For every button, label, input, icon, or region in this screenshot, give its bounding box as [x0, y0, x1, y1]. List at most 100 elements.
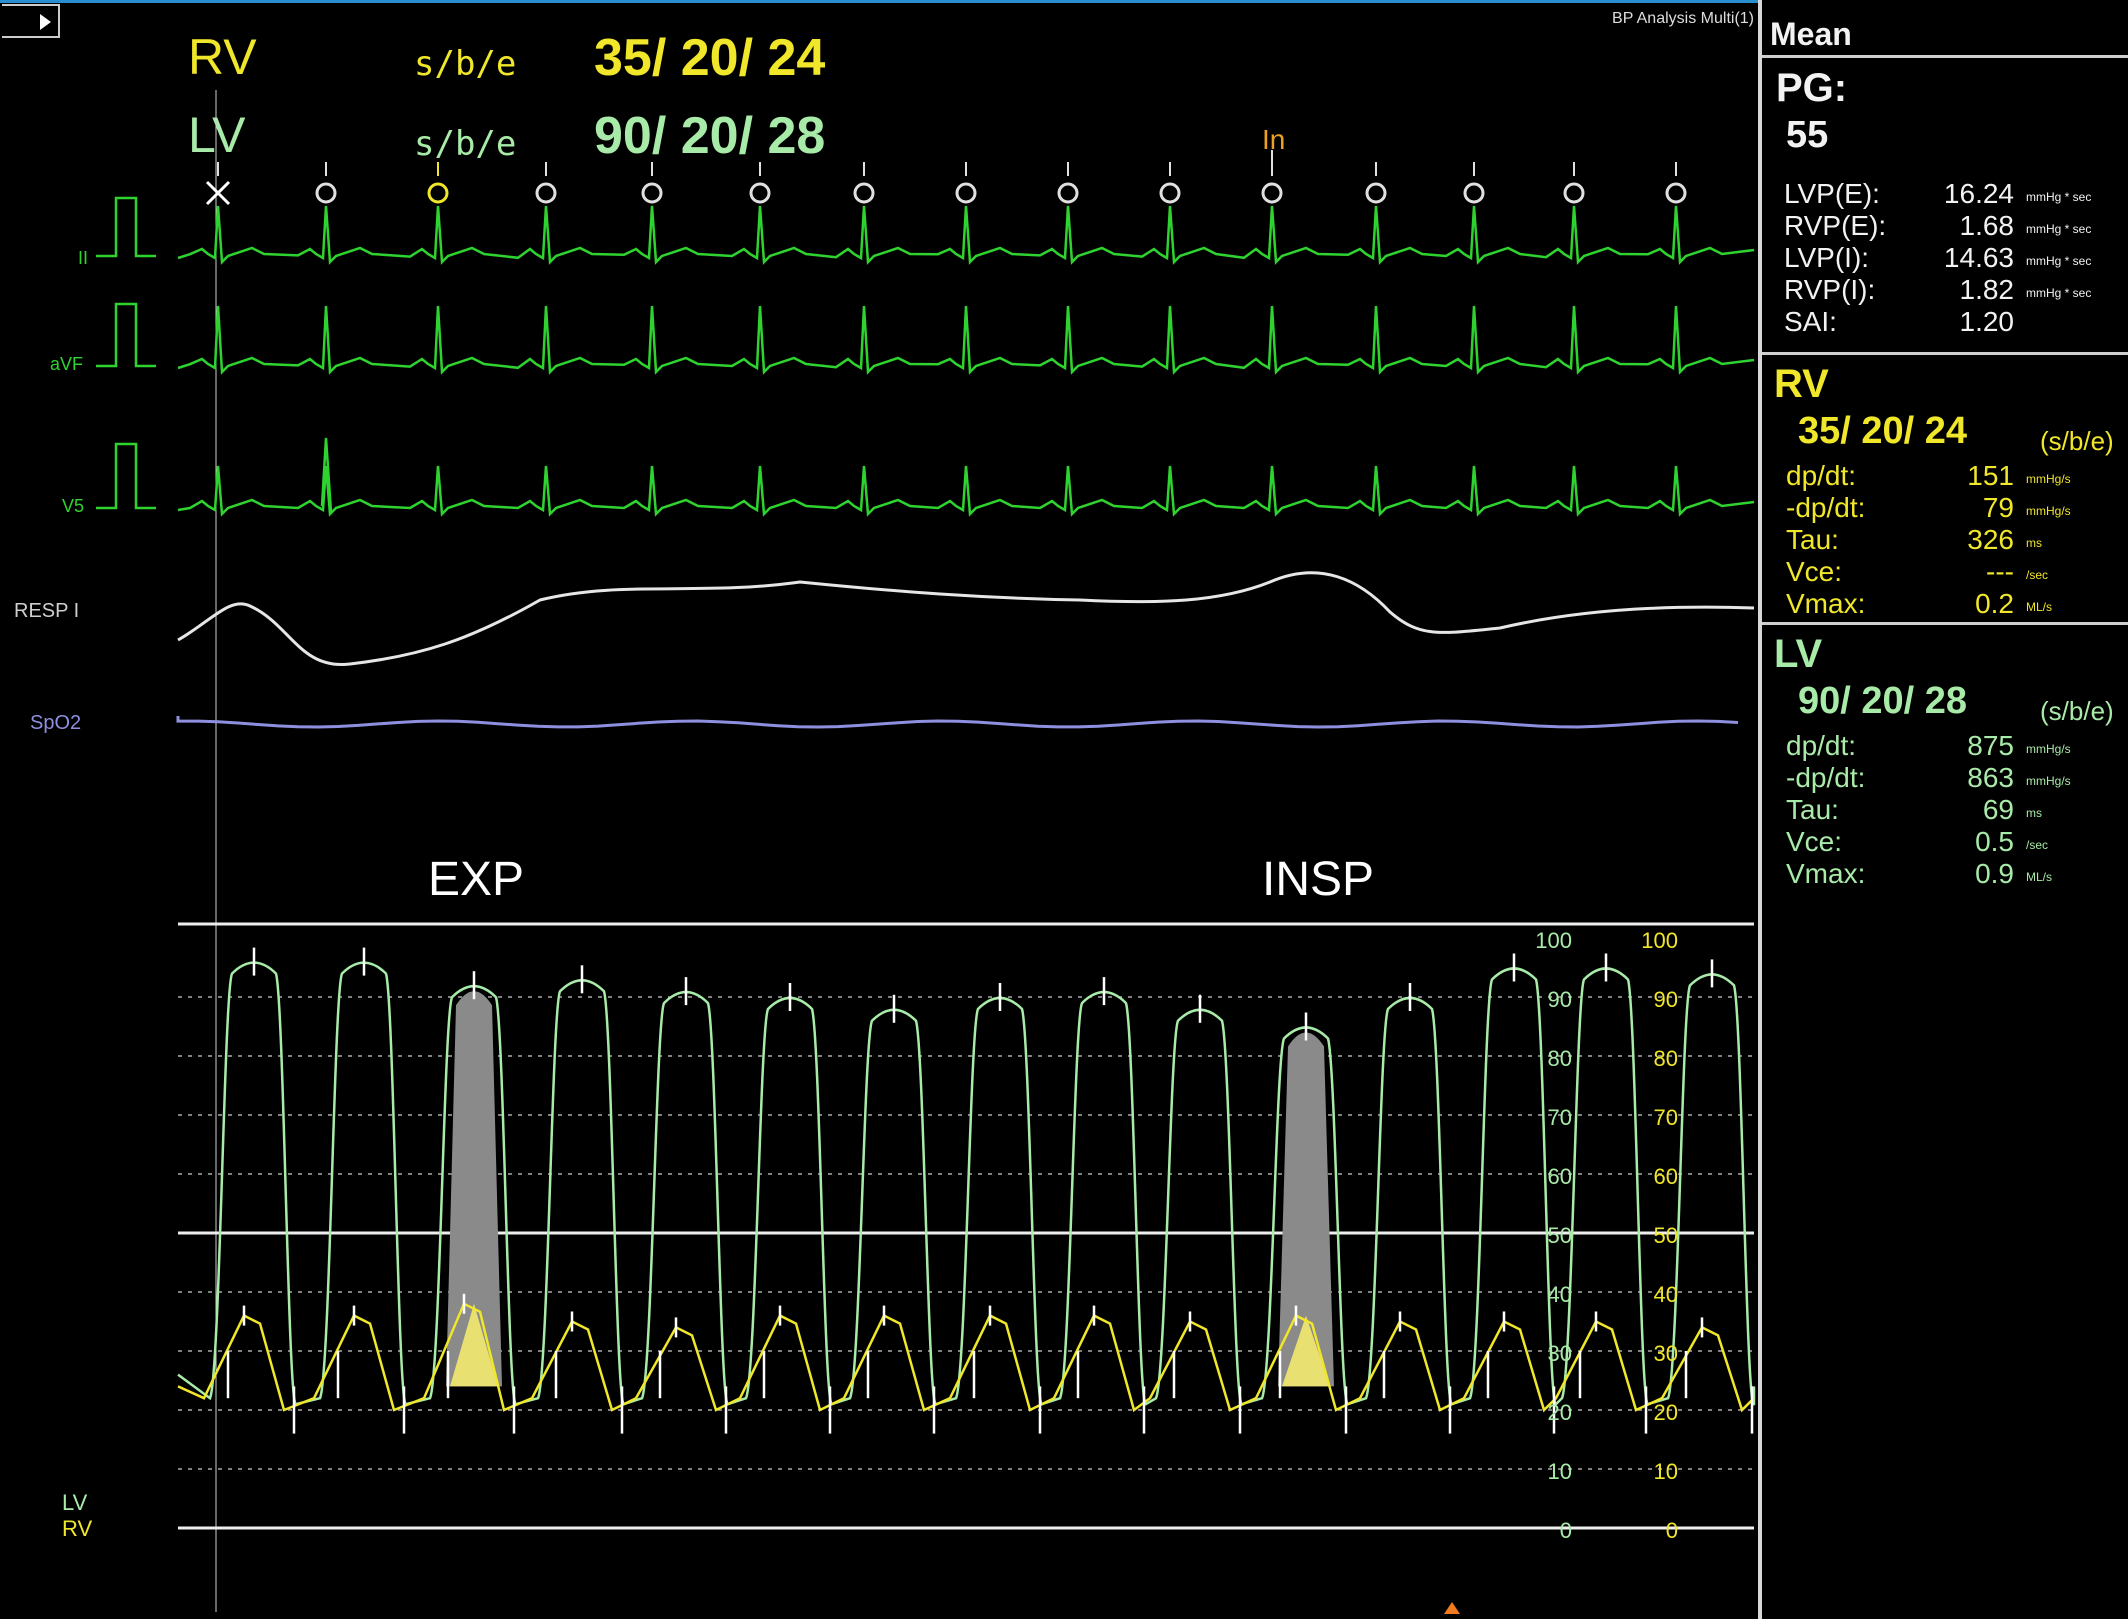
metric-unit: ms: [2026, 536, 2042, 550]
waveform-area: [96, 90, 1756, 1612]
axis-tick-label: 0: [1665, 1518, 1678, 1543]
metric-unit: ms: [2026, 806, 2042, 820]
beat-marker-circle: [1159, 182, 1181, 204]
metric-label: Vmax:: [1786, 858, 1866, 889]
beat-marker-circle: [1463, 182, 1485, 204]
lv-pressure-trace: [177, 961, 1756, 1406]
axis-tick-label: 60: [1653, 1164, 1678, 1189]
beat-marker-circle: [641, 182, 663, 204]
axis-tick-label: 20: [1653, 1400, 1678, 1425]
legend-lv: LV: [62, 1490, 88, 1515]
pg-label: PG:: [1776, 66, 1848, 110]
rv-panel-mode: (s/b/e): [2040, 426, 2114, 456]
metric-value: 1.68: [1959, 210, 2015, 241]
metric-value: 79: [1982, 492, 2014, 523]
metric-label: Tau:: [1786, 524, 1839, 555]
axis-tick-label: 40: [1653, 1282, 1678, 1307]
rv-panel-title: RV: [1774, 362, 1829, 406]
metric-value: 326: [1967, 524, 2014, 555]
calibration-pulse-avf: [96, 302, 156, 368]
metric-unit: mmHg/s: [2026, 472, 2071, 486]
beat-marker-circle: [1665, 182, 1687, 204]
lv-panel-values: 90/ 20/ 28: [1798, 680, 1968, 722]
metric-unit: mmHg * sec: [2026, 222, 2092, 236]
metric-label: RVP(I):: [1784, 274, 1876, 305]
axis-tick-label: 80: [1547, 1046, 1572, 1071]
metric-value: 1.82: [1959, 274, 2015, 305]
axis-tick-label: 50: [1547, 1223, 1572, 1248]
metric-unit: /sec: [2026, 568, 2049, 582]
metric-value: 1.20: [1959, 306, 2015, 337]
metric-unit: ML/s: [2026, 870, 2053, 884]
panel-divider: [1762, 622, 2128, 625]
beat-marker-circle: [535, 182, 557, 204]
calibration-pulse-v5: [96, 442, 156, 510]
metric-label: Tau:: [1786, 794, 1839, 825]
metric-label: Vce:: [1786, 826, 1843, 857]
axis-tick-label: 70: [1547, 1105, 1572, 1130]
monitor-screen: BP Analysis Multi(1) RV s/b/e 35/ 20/ 24…: [0, 0, 2128, 1619]
metric-label: LVP(E):: [1784, 178, 1880, 209]
axis-tick-label: 20: [1547, 1400, 1572, 1425]
calibration-pulse-ii: [96, 196, 156, 258]
axis-tick-label: 10: [1653, 1459, 1678, 1484]
metric-unit: ML/s: [2026, 600, 2053, 614]
beat-marker-circle: [1365, 182, 1387, 204]
beat-marker-circle: [1563, 182, 1585, 204]
axis-tick-label: 90: [1653, 987, 1678, 1012]
legend-rv: RV: [62, 1516, 93, 1541]
axis-tick-label: 60: [1547, 1164, 1572, 1189]
ecg-trace-avf: [177, 305, 1755, 375]
metric-label: Vmax:: [1786, 588, 1866, 619]
beat-marker-cross: [205, 180, 231, 206]
metric-value: 0.9: [1975, 858, 2014, 889]
metric-unit: mmHg/s: [2026, 742, 2071, 756]
metric-label: LVP(I):: [1784, 242, 1870, 273]
pg-value: 55: [1786, 114, 1829, 156]
lv-panel-title: LV: [1774, 632, 1823, 676]
ecg-trace-v5: [177, 465, 1755, 517]
axis-tick-label: 30: [1653, 1341, 1678, 1366]
resp-trace: [177, 571, 1755, 666]
metric-label: dp/dt:: [1786, 730, 1857, 761]
metric-unit: mmHg * sec: [2026, 286, 2092, 300]
panel-divider: [1762, 55, 2128, 58]
axis-tick-label: 50: [1653, 1223, 1678, 1248]
beat-marker-circle: [749, 182, 771, 204]
rv-pressure-trace: [177, 1302, 1755, 1413]
beat-marker-circle: [315, 182, 337, 204]
metric-value: 151: [1967, 460, 2014, 491]
rv-panel-values: 35/ 20/ 24: [1798, 410, 1968, 452]
measurement-panel: Mean PG: 55 LVP(E): 16.24 mmHg * sec RVP(E)…: [1758, 0, 2128, 1619]
metric-value: ---: [1986, 556, 2014, 587]
metric-value: 0.2: [1975, 588, 2014, 619]
metric-unit: mmHg * sec: [2026, 190, 2092, 204]
metric-label: -dp/dt:: [1786, 492, 1866, 523]
metric-value: 0.5: [1975, 826, 2014, 857]
axis-tick-label: 40: [1547, 1282, 1572, 1307]
metric-unit: mmHg/s: [2026, 774, 2071, 788]
metric-unit: mmHg * sec: [2026, 254, 2092, 268]
time-cursor-icon: [1444, 1602, 1460, 1614]
axis-tick-label: 100: [1535, 928, 1572, 953]
axis-tick-label: 80: [1653, 1046, 1678, 1071]
spo2-trace: [176, 716, 1739, 729]
metric-unit: mmHg/s: [2026, 504, 2071, 518]
axis-tick-label: 100: [1641, 928, 1678, 953]
beat-marker-circle: [427, 182, 449, 204]
axis-tick-label: 10: [1547, 1459, 1572, 1484]
axis-tick-label: 90: [1547, 987, 1572, 1012]
metric-value: 863: [1967, 762, 2014, 793]
axis-tick-label: 30: [1547, 1341, 1572, 1366]
metric-unit: /sec: [2026, 838, 2049, 852]
panel-divider: [1762, 352, 2128, 355]
beat-marker-circle: [1261, 182, 1283, 204]
metric-value: 69: [1982, 794, 2014, 825]
axis-tick-label: 70: [1653, 1105, 1678, 1130]
metric-label: -dp/dt:: [1786, 762, 1866, 793]
metric-label: SAI:: [1784, 306, 1837, 337]
mean-title: Mean: [1770, 16, 1852, 52]
metric-label: RVP(E):: [1784, 210, 1887, 241]
metric-value: 14.63: [1943, 242, 2014, 273]
lv-panel-mode: (s/b/e): [2040, 696, 2114, 726]
